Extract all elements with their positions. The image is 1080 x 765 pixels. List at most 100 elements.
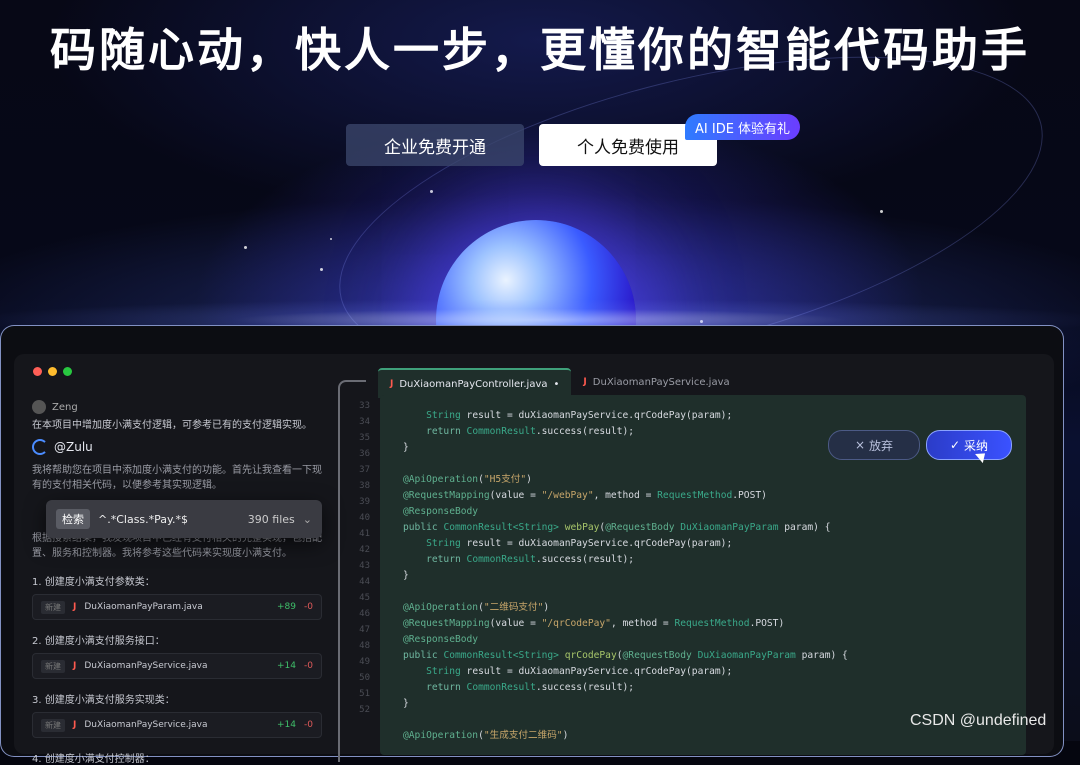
code-line: @ApiOperation("生成支付二维码"): [403, 730, 569, 741]
search-query: ^.*Class.*Pay.*$: [98, 512, 188, 526]
code-line: @ApiOperation("H5支付"): [403, 474, 532, 485]
tab-label: DuXiaomanPayService.java: [592, 376, 730, 388]
code-line: }: [403, 442, 409, 453]
line-number: 52: [359, 705, 370, 715]
user-message: 在本项目中增加度小满支付逻辑，可参考已有的支付逻辑实现。: [32, 420, 312, 431]
code-line: return CommonResult.success(result);: [426, 554, 635, 565]
line-number: 48: [359, 641, 370, 651]
assistant-message: 我将帮助您在项目中添加度小满支付的功能。首先让我查看一下现有的支付相关代码，以便…: [32, 465, 322, 491]
tab-service[interactable]: J DuXiaomanPayService.java: [571, 368, 741, 396]
code-line: public CommonResult<String> webPay(@Requ…: [403, 522, 831, 533]
editor-tabs: J DuXiaomanPayController.java • J DuXiao…: [378, 368, 742, 398]
java-file-icon: J: [390, 379, 394, 389]
java-file-icon: J: [583, 377, 587, 387]
lines-added: +89: [277, 602, 297, 612]
line-number: 35: [359, 433, 370, 443]
file-name: DuXiaomanPayService.java: [84, 661, 208, 671]
tab-label: DuXiaomanPayController.java: [399, 378, 548, 390]
line-number: 36: [359, 449, 370, 459]
code-line: @ResponseBody: [403, 634, 479, 645]
code-line: public CommonResult<String> qrCodePay(@R…: [403, 650, 848, 661]
star: [430, 190, 433, 193]
step-title: 1. 创建度小满支付参数类：: [32, 577, 155, 588]
assistant-header: @Zulu: [32, 439, 322, 455]
code-line: return CommonResult.success(result);: [426, 682, 635, 693]
line-number: 38: [359, 481, 370, 491]
search-tag: 检索: [56, 509, 90, 529]
avatar: [32, 400, 46, 414]
line-number: 45: [359, 593, 370, 603]
accept-button[interactable]: ✓ 采纳: [926, 430, 1012, 460]
star: [320, 268, 323, 271]
line-number: 43: [359, 561, 370, 571]
code-line: String result = duXiaomanPayService.qrCo…: [426, 410, 733, 421]
chevron-down-icon[interactable]: ⌄: [303, 513, 312, 526]
assistant-name: @Zulu: [54, 440, 93, 454]
line-number: 50: [359, 673, 370, 683]
watermark: CSDN @undefined: [910, 712, 1047, 729]
code-line: @RequestMapping(value = "/qrCodePay", me…: [403, 618, 785, 629]
line-number: 47: [359, 625, 370, 635]
star: [880, 210, 883, 213]
code-line: String result = duXiaomanPayService.qrCo…: [426, 538, 733, 549]
modified-indicator: •: [553, 378, 560, 390]
line-number: 51: [359, 689, 370, 699]
line-number: 46: [359, 609, 370, 619]
line-number: 44: [359, 577, 370, 587]
file-change-card[interactable]: 新建 J DuXiaomanPayService.java +14 -0: [32, 653, 322, 679]
file-name: DuXiaomanPayParam.java: [84, 602, 203, 612]
star: [244, 246, 247, 249]
reject-label: 放弃: [869, 438, 894, 453]
code-line: String result = duXiaomanPayService.qrCo…: [426, 666, 733, 677]
lines-added: +14: [277, 720, 297, 730]
page-title: 码随心动，快人一步，更懂你的智能代码助手: [50, 23, 1030, 77]
code-line: @RequestMapping(value = "/webPay", metho…: [403, 490, 767, 501]
star: [330, 238, 332, 240]
line-number: 49: [359, 657, 370, 667]
code-content: String result = duXiaomanPayService.qrCo…: [403, 408, 1023, 744]
step-title: 4. 创建度小满支付控制器：: [32, 754, 155, 765]
tab-controller[interactable]: J DuXiaomanPayController.java •: [378, 368, 572, 398]
close-icon: ×: [854, 438, 866, 452]
line-number: 33: [359, 401, 370, 411]
window-minimize-dot[interactable]: [48, 367, 57, 376]
accept-label: 采纳: [964, 438, 989, 453]
lines-removed: -0: [304, 720, 313, 730]
line-number: 39: [359, 497, 370, 507]
code-line: @ApiOperation("二维码支付"): [403, 602, 550, 613]
code-line: @ResponseBody: [403, 506, 479, 517]
lines-removed: -0: [304, 602, 313, 612]
line-numbers: 33 34 35 36 37 38 39 40 41 42 43 44 45 46 47 48 49 50 51 52: [340, 398, 370, 718]
line-number: 34: [359, 417, 370, 427]
window-close-dot[interactable]: [33, 367, 42, 376]
window-maximize-dot[interactable]: [63, 367, 72, 376]
line-number: 42: [359, 545, 370, 555]
java-file-icon: J: [73, 602, 77, 612]
file-change-card[interactable]: 新建 J DuXiaomanPayService.java +14 -0: [32, 712, 322, 738]
file-change-card[interactable]: 新建 J DuXiaomanPayParam.java +89 -0: [32, 594, 322, 620]
enterprise-free-button[interactable]: 企业免费开通: [346, 124, 524, 166]
code-line: }: [403, 698, 409, 709]
chat-panel: Zeng 在本项目中增加度小满支付逻辑，可参考已有的支付逻辑实现。 @Zulu …: [32, 400, 322, 765]
line-number: 41: [359, 529, 370, 539]
line-number: 37: [359, 465, 370, 475]
new-tag: 新建: [41, 659, 65, 673]
search-file-count: 390 files: [247, 512, 295, 526]
lines-removed: -0: [304, 661, 313, 671]
step-title: 3. 创建度小满支付服务实现类：: [32, 695, 175, 706]
step-title: 2. 创建度小满支付服务接口：: [32, 636, 165, 647]
java-file-icon: J: [73, 720, 77, 730]
code-line: return CommonResult.success(result);: [426, 426, 635, 437]
new-tag: 新建: [41, 600, 65, 614]
code-line: }: [403, 570, 409, 581]
java-file-icon: J: [73, 661, 77, 671]
check-icon: ✓: [949, 438, 961, 452]
promo-badge: AI IDE 体验有礼: [685, 114, 801, 140]
user-header: Zeng: [32, 400, 322, 414]
line-number: 40: [359, 513, 370, 523]
zulu-logo-icon: [32, 439, 48, 455]
file-name: DuXiaomanPayService.java: [84, 720, 208, 730]
new-tag: 新建: [41, 718, 65, 732]
search-popup[interactable]: 检索 ^.*Class.*Pay.*$ 390 files ⌄: [46, 500, 322, 538]
reject-button[interactable]: × 放弃: [828, 430, 920, 460]
